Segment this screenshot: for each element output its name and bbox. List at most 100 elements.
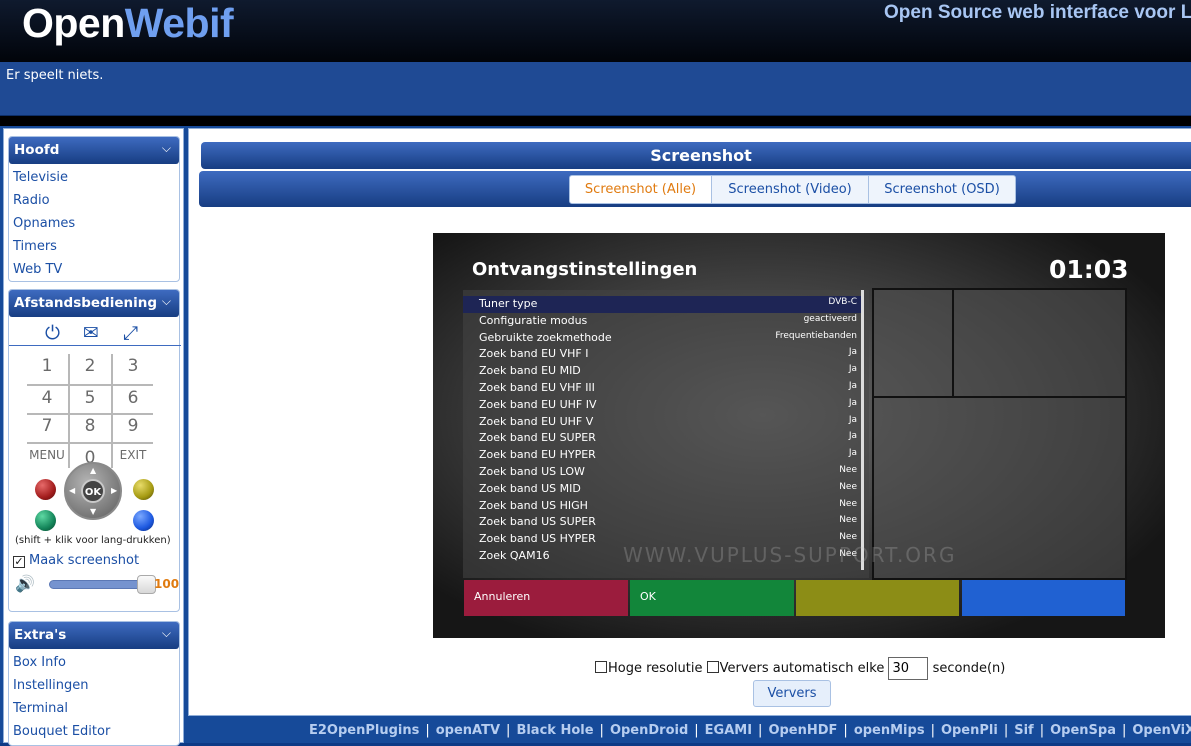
keypad-divider <box>27 442 153 444</box>
mail-icon[interactable]: ✉ <box>83 322 99 344</box>
key-8[interactable]: 8 <box>70 416 110 442</box>
key-1[interactable]: 1 <box>27 356 67 382</box>
tv-setting-row: Gebruikte zoekmethode Frequentiebanden <box>463 330 863 347</box>
footer-link[interactable]: Sif <box>1014 723 1033 738</box>
tv-preview-pane <box>952 288 1127 398</box>
footer-link[interactable]: OpenHDF <box>768 723 837 738</box>
speaker-icon[interactable]: 🔊 <box>15 574 35 593</box>
footer-link[interactable]: OpenSpa <box>1050 723 1116 738</box>
footer-links: E2OpenPlugins | openATV | Black Hole | OpenDro… <box>306 723 1191 738</box>
tv-preview-pane <box>872 288 954 398</box>
key-exit[interactable]: EXIT <box>113 448 153 474</box>
refresh-interval-input[interactable] <box>888 657 929 680</box>
tv-setting-row: Zoek band US LOW Nee <box>463 464 863 481</box>
footer-link[interactable]: Black Hole <box>516 723 593 738</box>
tv-setting-label: Zoek band EU VHF III <box>479 381 595 394</box>
checkbox-checked-icon[interactable]: ✓ <box>13 556 25 568</box>
main-menu-header[interactable]: Hoofd ⌵ <box>9 137 179 164</box>
tv-setting-label: Zoek band US HIGH <box>479 498 588 512</box>
extras-header[interactable]: Extra's ⌵ <box>9 622 179 649</box>
arrow-left-icon[interactable]: ◀ <box>69 486 75 495</box>
tv-setting-label: Zoek band EU SUPER <box>479 431 596 445</box>
logo-open-text: Open <box>22 0 125 46</box>
tv-setting-row: Configuratie modus geactiveerd <box>463 313 863 330</box>
green-button[interactable] <box>35 510 56 531</box>
main-menu-title: Hoofd <box>14 142 60 158</box>
tv-setting-row: Zoek band EU VHF III Ja <box>463 380 863 397</box>
expand-icon[interactable]: ⤢ <box>123 322 138 344</box>
keypad-divider <box>68 354 70 468</box>
sidebar-item-bouquet-editor[interactable]: Bouquet Editor <box>9 720 179 743</box>
tv-setting-value: Nee <box>839 465 857 475</box>
tv-setting-value: Ja <box>848 414 857 425</box>
footer-separator: | <box>843 723 848 738</box>
remote-title: Afstandsbediening <box>14 295 158 311</box>
hires-checkbox[interactable] <box>595 661 607 673</box>
tab-screenshot-video[interactable]: Screenshot (Video) <box>711 175 869 204</box>
key-7[interactable]: 7 <box>27 416 67 442</box>
footer-link[interactable]: openATV <box>436 723 500 738</box>
tv-setting-row: Zoek band EU UHF V Ja <box>463 414 863 431</box>
auto-refresh-checkbox[interactable] <box>706 661 719 673</box>
footer-separator: | <box>1121 723 1127 738</box>
remote-header[interactable]: Afstandsbediening ⌵ <box>9 290 179 317</box>
extras-title: Extra's <box>14 627 67 643</box>
sidebar-item-instellingen[interactable]: Instellingen <box>9 674 179 697</box>
tv-setting-label: Zoek band EU HYPER <box>479 448 596 462</box>
tv-clock: 01:03 <box>1049 255 1129 284</box>
footer-link[interactable]: OpenViX <box>1132 723 1191 738</box>
tv-setting-row: Zoek band EU HYPER Ja <box>463 447 863 464</box>
chevron-down-icon[interactable]: ⌵ <box>162 141 171 156</box>
footer-separator: | <box>1039 723 1045 738</box>
page-title: Screenshot <box>201 142 1191 169</box>
power-icon[interactable]: ⏻ <box>45 322 60 344</box>
sidebar-item-timers[interactable]: Timers <box>9 235 179 258</box>
tv-setting-label: Zoek band EU UHF IV <box>479 397 597 411</box>
ok-button[interactable]: OK <box>81 479 105 503</box>
key-3[interactable]: 3 <box>113 356 153 382</box>
footer-link[interactable]: E2OpenPlugins <box>309 723 419 738</box>
tv-setting-label: Gebruikte zoekmethode <box>479 330 612 344</box>
tv-scrollbar <box>861 290 864 570</box>
key-2[interactable]: 2 <box>70 356 110 382</box>
key-9[interactable]: 9 <box>113 416 153 442</box>
sidebar-item-terminal[interactable]: Terminal <box>9 697 179 720</box>
key-6[interactable]: 6 <box>113 388 153 414</box>
tab-screenshot-all[interactable]: Screenshot (Alle) <box>569 175 712 204</box>
tv-setting-value: DVB-C <box>828 297 857 307</box>
chevron-down-icon[interactable]: ⌵ <box>162 294 171 309</box>
screenshot-checkbox[interactable]: ✓ Maak screenshot <box>13 553 139 568</box>
yellow-button[interactable] <box>133 479 154 500</box>
footer-separator: | <box>758 723 763 738</box>
tv-setting-label: Zoek band US SUPER <box>479 515 596 529</box>
sidebar-item-web-tv[interactable]: Web TV <box>9 258 179 281</box>
tv-setting-value: Ja <box>848 347 857 358</box>
chevron-down-icon[interactable]: ⌵ <box>162 626 171 641</box>
sidebar-item-radio[interactable]: Radio <box>9 189 179 212</box>
sidebar-item-box-info[interactable]: Box Info <box>9 651 179 674</box>
key-4[interactable]: 4 <box>27 388 67 414</box>
sidebar-item-televisie[interactable]: Televisie <box>9 166 179 189</box>
arrow-up-icon[interactable]: ▲ <box>90 466 96 475</box>
tv-menu-title: Ontvangstinstellingen <box>472 259 698 280</box>
refresh-button[interactable]: Ververs <box>753 680 831 707</box>
tv-setting-label: Zoek band US LOW <box>479 465 585 478</box>
volume-slider[interactable]: 🔊 100 <box>11 574 179 594</box>
navigation-pad[interactable]: ▲ ▼ ◀ ▶ OK <box>64 462 122 520</box>
red-button[interactable] <box>35 479 56 500</box>
footer-link[interactable]: OpenDroid <box>610 723 688 738</box>
sidebar: Hoofd ⌵ Televisie Radio Opnames Timers W… <box>3 128 184 746</box>
key-5[interactable]: 5 <box>70 388 110 414</box>
footer-link[interactable]: EGAMI <box>705 723 752 738</box>
arrow-down-icon[interactable]: ▼ <box>90 507 96 516</box>
footer-link[interactable]: OpenPli <box>941 723 998 738</box>
arrow-right-icon[interactable]: ▶ <box>111 486 117 495</box>
sidebar-item-opnames[interactable]: Opnames <box>9 212 179 235</box>
key-menu[interactable]: MENU <box>27 448 67 474</box>
tab-screenshot-osd[interactable]: Screenshot (OSD) <box>868 175 1016 204</box>
blue-button[interactable] <box>133 510 154 531</box>
extras-box: Extra's ⌵ Box Info Instellingen Terminal… <box>8 621 180 746</box>
logo[interactable]: OpenWebif <box>22 0 234 47</box>
footer-link[interactable]: openMips <box>854 723 925 738</box>
volume-track[interactable] <box>49 580 149 589</box>
